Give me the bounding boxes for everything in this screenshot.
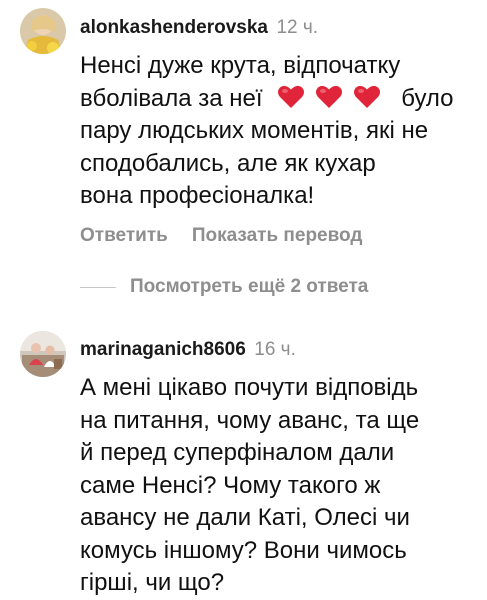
avatar[interactable] xyxy=(20,8,66,54)
comment-header: marinaganich8606 16 ч. xyxy=(80,339,296,361)
comment-header: alonkashenderovska 12 ч. xyxy=(80,17,318,39)
comment-line: комусь іншому? Вони чимось xyxy=(80,536,407,564)
comment-text: Ненсі дуже крута, відпочатку вболівала з… xyxy=(80,50,475,213)
view-replies-label: Посмотреть ещё 2 ответа xyxy=(130,276,369,297)
comment-line: вона професіоналка! xyxy=(80,182,315,209)
comment-line: саме Ненсі? Чому такого ж xyxy=(80,471,381,499)
comment-text: А мені цікаво почути відповідь на питанн… xyxy=(80,372,475,600)
username[interactable]: marinaganich8606 xyxy=(80,339,246,360)
red-heart-icon xyxy=(278,85,305,108)
view-replies-button[interactable]: Посмотреть ещё 2 ответа xyxy=(80,276,368,298)
comment-line: й перед суперфіналом дали xyxy=(80,439,395,466)
comment-line-text: було xyxy=(401,84,454,112)
comment-line: вболівала за неї було xyxy=(80,83,475,116)
red-heart-icon xyxy=(353,85,380,108)
avatar[interactable] xyxy=(20,331,66,377)
hearts-emoji xyxy=(277,85,387,112)
reply-button[interactable]: Ответить xyxy=(80,225,168,246)
comment-line-text: вболівала за неї xyxy=(80,84,263,112)
comment-line: сподобались, але як кухар xyxy=(80,149,376,177)
replies-divider xyxy=(80,286,116,288)
comment-line: А мені цікаво почути відповідь xyxy=(80,374,419,401)
comment-line: авансу не дали Каті, Олесі чи xyxy=(80,504,410,531)
username[interactable]: alonkashenderovska xyxy=(80,17,268,38)
comment-line: Ненсі дуже крута, відпочатку xyxy=(80,52,401,79)
comment-line: пару людських моментів, які не xyxy=(80,117,429,144)
comment-actions: Ответить Показать перевод xyxy=(80,225,362,247)
comment-time: 12 ч. xyxy=(276,17,319,38)
comment-line: гірші, чи що? xyxy=(80,569,225,596)
translate-button[interactable]: Показать перевод xyxy=(192,225,363,246)
comment-line: на питання, чому аванс, та ще xyxy=(80,406,420,434)
red-heart-icon xyxy=(315,85,342,108)
comment-time: 16 ч. xyxy=(254,339,296,360)
